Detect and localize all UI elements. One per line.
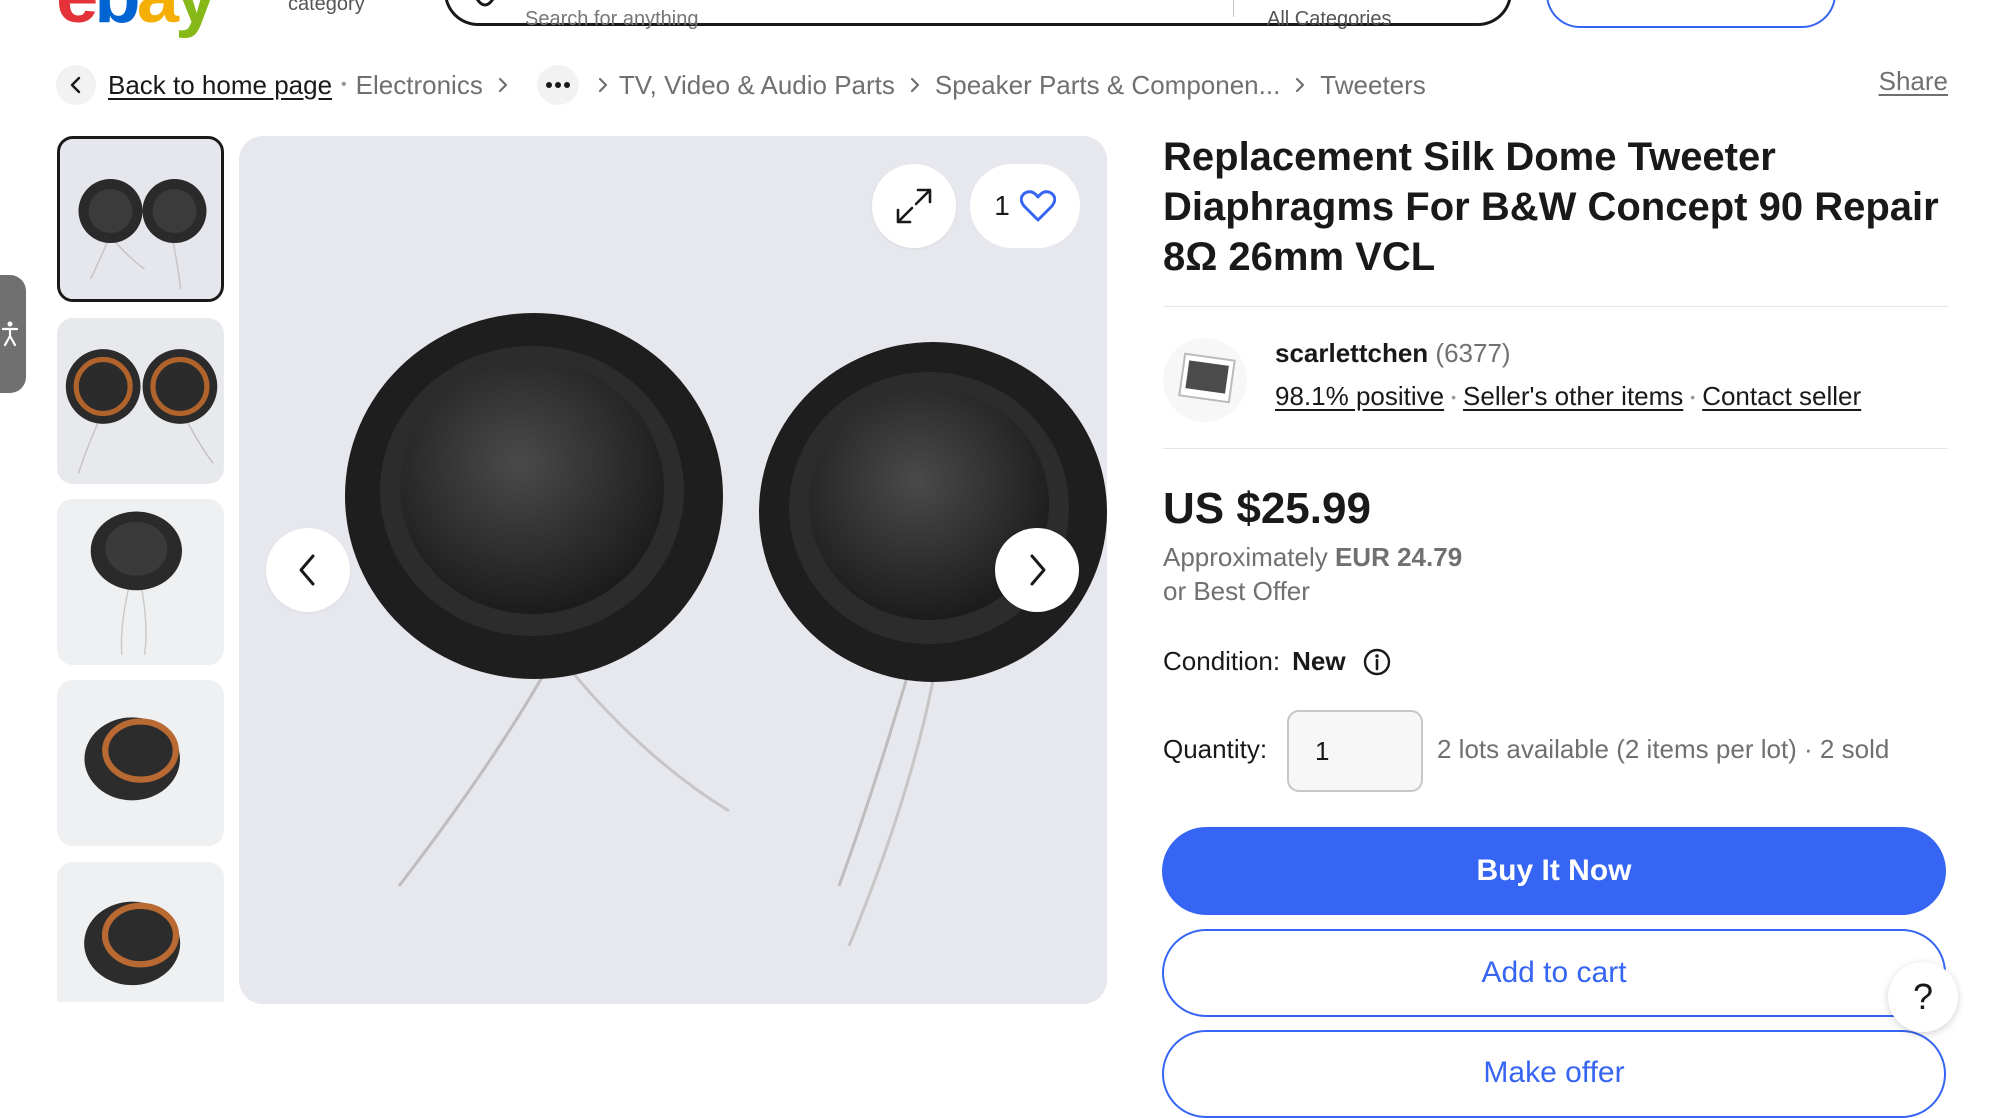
info-icon[interactable] bbox=[1362, 647, 1392, 677]
shop-by-category-button[interactable]: category bbox=[288, 0, 365, 16]
coil-angle-image bbox=[57, 680, 224, 846]
condition-label: Condition: bbox=[1163, 646, 1281, 676]
accessibility-icon bbox=[2, 321, 18, 347]
divider bbox=[1163, 448, 1948, 449]
expand-icon bbox=[896, 188, 932, 224]
seller-other-items-link[interactable]: Seller's other items bbox=[1463, 381, 1683, 412]
chevron-right-icon bbox=[1030, 554, 1046, 586]
seller-links: 98.1% positive • Seller's other items • … bbox=[1275, 381, 1861, 412]
thumbnail-5[interactable] bbox=[57, 862, 224, 1002]
previous-image-button[interactable] bbox=[266, 528, 350, 612]
search-icon bbox=[475, 0, 495, 7]
divider bbox=[1163, 306, 1948, 307]
seller-info[interactable]: scarlettchen (6377) bbox=[1275, 338, 1511, 369]
seller-positive-feedback-link[interactable]: 98.1% positive bbox=[1275, 381, 1444, 412]
search-divider bbox=[1233, 0, 1234, 17]
price: US $25.99 bbox=[1163, 484, 1371, 533]
chevron-left-icon bbox=[299, 554, 315, 586]
separator-dot: • bbox=[1451, 388, 1457, 405]
voice-coils-image bbox=[57, 318, 224, 484]
approx-prefix: Approximately bbox=[1163, 542, 1328, 572]
condition-value: New bbox=[1292, 646, 1346, 676]
accessibility-tab[interactable] bbox=[0, 275, 26, 393]
coil-closeup-image bbox=[57, 862, 224, 1002]
share-link[interactable]: Share bbox=[1879, 66, 1948, 97]
breadcrumb-more-button[interactable] bbox=[536, 65, 579, 105]
thumbnail-4[interactable] bbox=[57, 680, 224, 846]
approx-value: EUR 24.79 bbox=[1334, 542, 1463, 572]
chevron-right-icon bbox=[1294, 76, 1306, 94]
contact-seller-link[interactable]: Contact seller bbox=[1702, 381, 1861, 412]
buy-it-now-button[interactable]: Buy It Now bbox=[1162, 827, 1946, 915]
search-button[interactable] bbox=[1546, 0, 1836, 28]
chevron-right-icon bbox=[597, 76, 609, 94]
tweeter-domes-image bbox=[60, 139, 221, 299]
help-button[interactable]: ? bbox=[1888, 962, 1958, 1032]
ellipsis-icon bbox=[545, 82, 570, 88]
ebay-logo[interactable]: ebay bbox=[56, 0, 217, 35]
expand-image-button[interactable] bbox=[872, 164, 956, 248]
breadcrumb-item-tv-video-audio-parts[interactable]: TV, Video & Audio Parts bbox=[619, 70, 895, 101]
breadcrumb-item-tweeters[interactable]: Tweeters bbox=[1320, 70, 1426, 101]
chevron-right-icon bbox=[909, 76, 921, 94]
thumbnail-1[interactable] bbox=[57, 136, 224, 302]
search-bar[interactable]: Search for anything All Categories bbox=[444, 0, 1512, 30]
make-offer-button[interactable]: Make offer bbox=[1162, 1030, 1946, 1118]
seller-avatar[interactable] bbox=[1163, 338, 1247, 422]
seller-feedback-count[interactable]: (6377) bbox=[1435, 338, 1510, 368]
listing-title: Replacement Silk Dome Tweeter Diaphragms… bbox=[1163, 135, 1939, 279]
breadcrumb-item-speaker-parts[interactable]: Speaker Parts & Componen... bbox=[935, 70, 1280, 101]
seller-name[interactable]: scarlettchen bbox=[1275, 338, 1428, 368]
quantity-label: Quantity: bbox=[1163, 734, 1268, 764]
approx-price: Approximately EUR 24.79 bbox=[1163, 542, 1462, 573]
back-to-home-link[interactable]: Back to home page bbox=[108, 70, 332, 101]
availability-text: 2 lots available (2 items per lot) · 2 s… bbox=[1437, 734, 1890, 764]
search-input[interactable]: Search for anything bbox=[525, 8, 698, 31]
breadcrumb: Back to home page • Electronics TV, Vide… bbox=[56, 64, 1426, 106]
main-product-image[interactable] bbox=[239, 136, 1107, 1004]
breadcrumb-item-electronics[interactable]: Electronics bbox=[356, 70, 483, 101]
chevron-right-icon bbox=[497, 76, 509, 94]
tweeter-diaphragms-photo bbox=[239, 136, 1107, 1004]
condition: Condition: New bbox=[1163, 646, 1392, 677]
next-image-button[interactable] bbox=[995, 528, 1079, 612]
single-dome-image bbox=[57, 499, 224, 665]
separator-dot: • bbox=[1690, 388, 1696, 405]
breadcrumb-separator-dot: • bbox=[341, 76, 347, 93]
chevron-left-icon bbox=[70, 76, 81, 94]
thumbnail-2[interactable] bbox=[57, 318, 224, 484]
category-select[interactable]: All Categories bbox=[1267, 8, 1392, 31]
back-arrow-button[interactable] bbox=[56, 65, 96, 105]
watchlist-button[interactable]: 1 bbox=[970, 164, 1080, 248]
watch-count: 1 bbox=[994, 190, 1010, 221]
best-offer-text: or Best Offer bbox=[1163, 576, 1310, 606]
seller-store-icon bbox=[1178, 352, 1236, 404]
thumbnail-3[interactable] bbox=[57, 499, 224, 665]
quantity-input[interactable] bbox=[1287, 710, 1423, 792]
add-to-cart-button[interactable]: Add to cart bbox=[1162, 929, 1946, 1017]
heart-icon bbox=[1019, 190, 1056, 222]
